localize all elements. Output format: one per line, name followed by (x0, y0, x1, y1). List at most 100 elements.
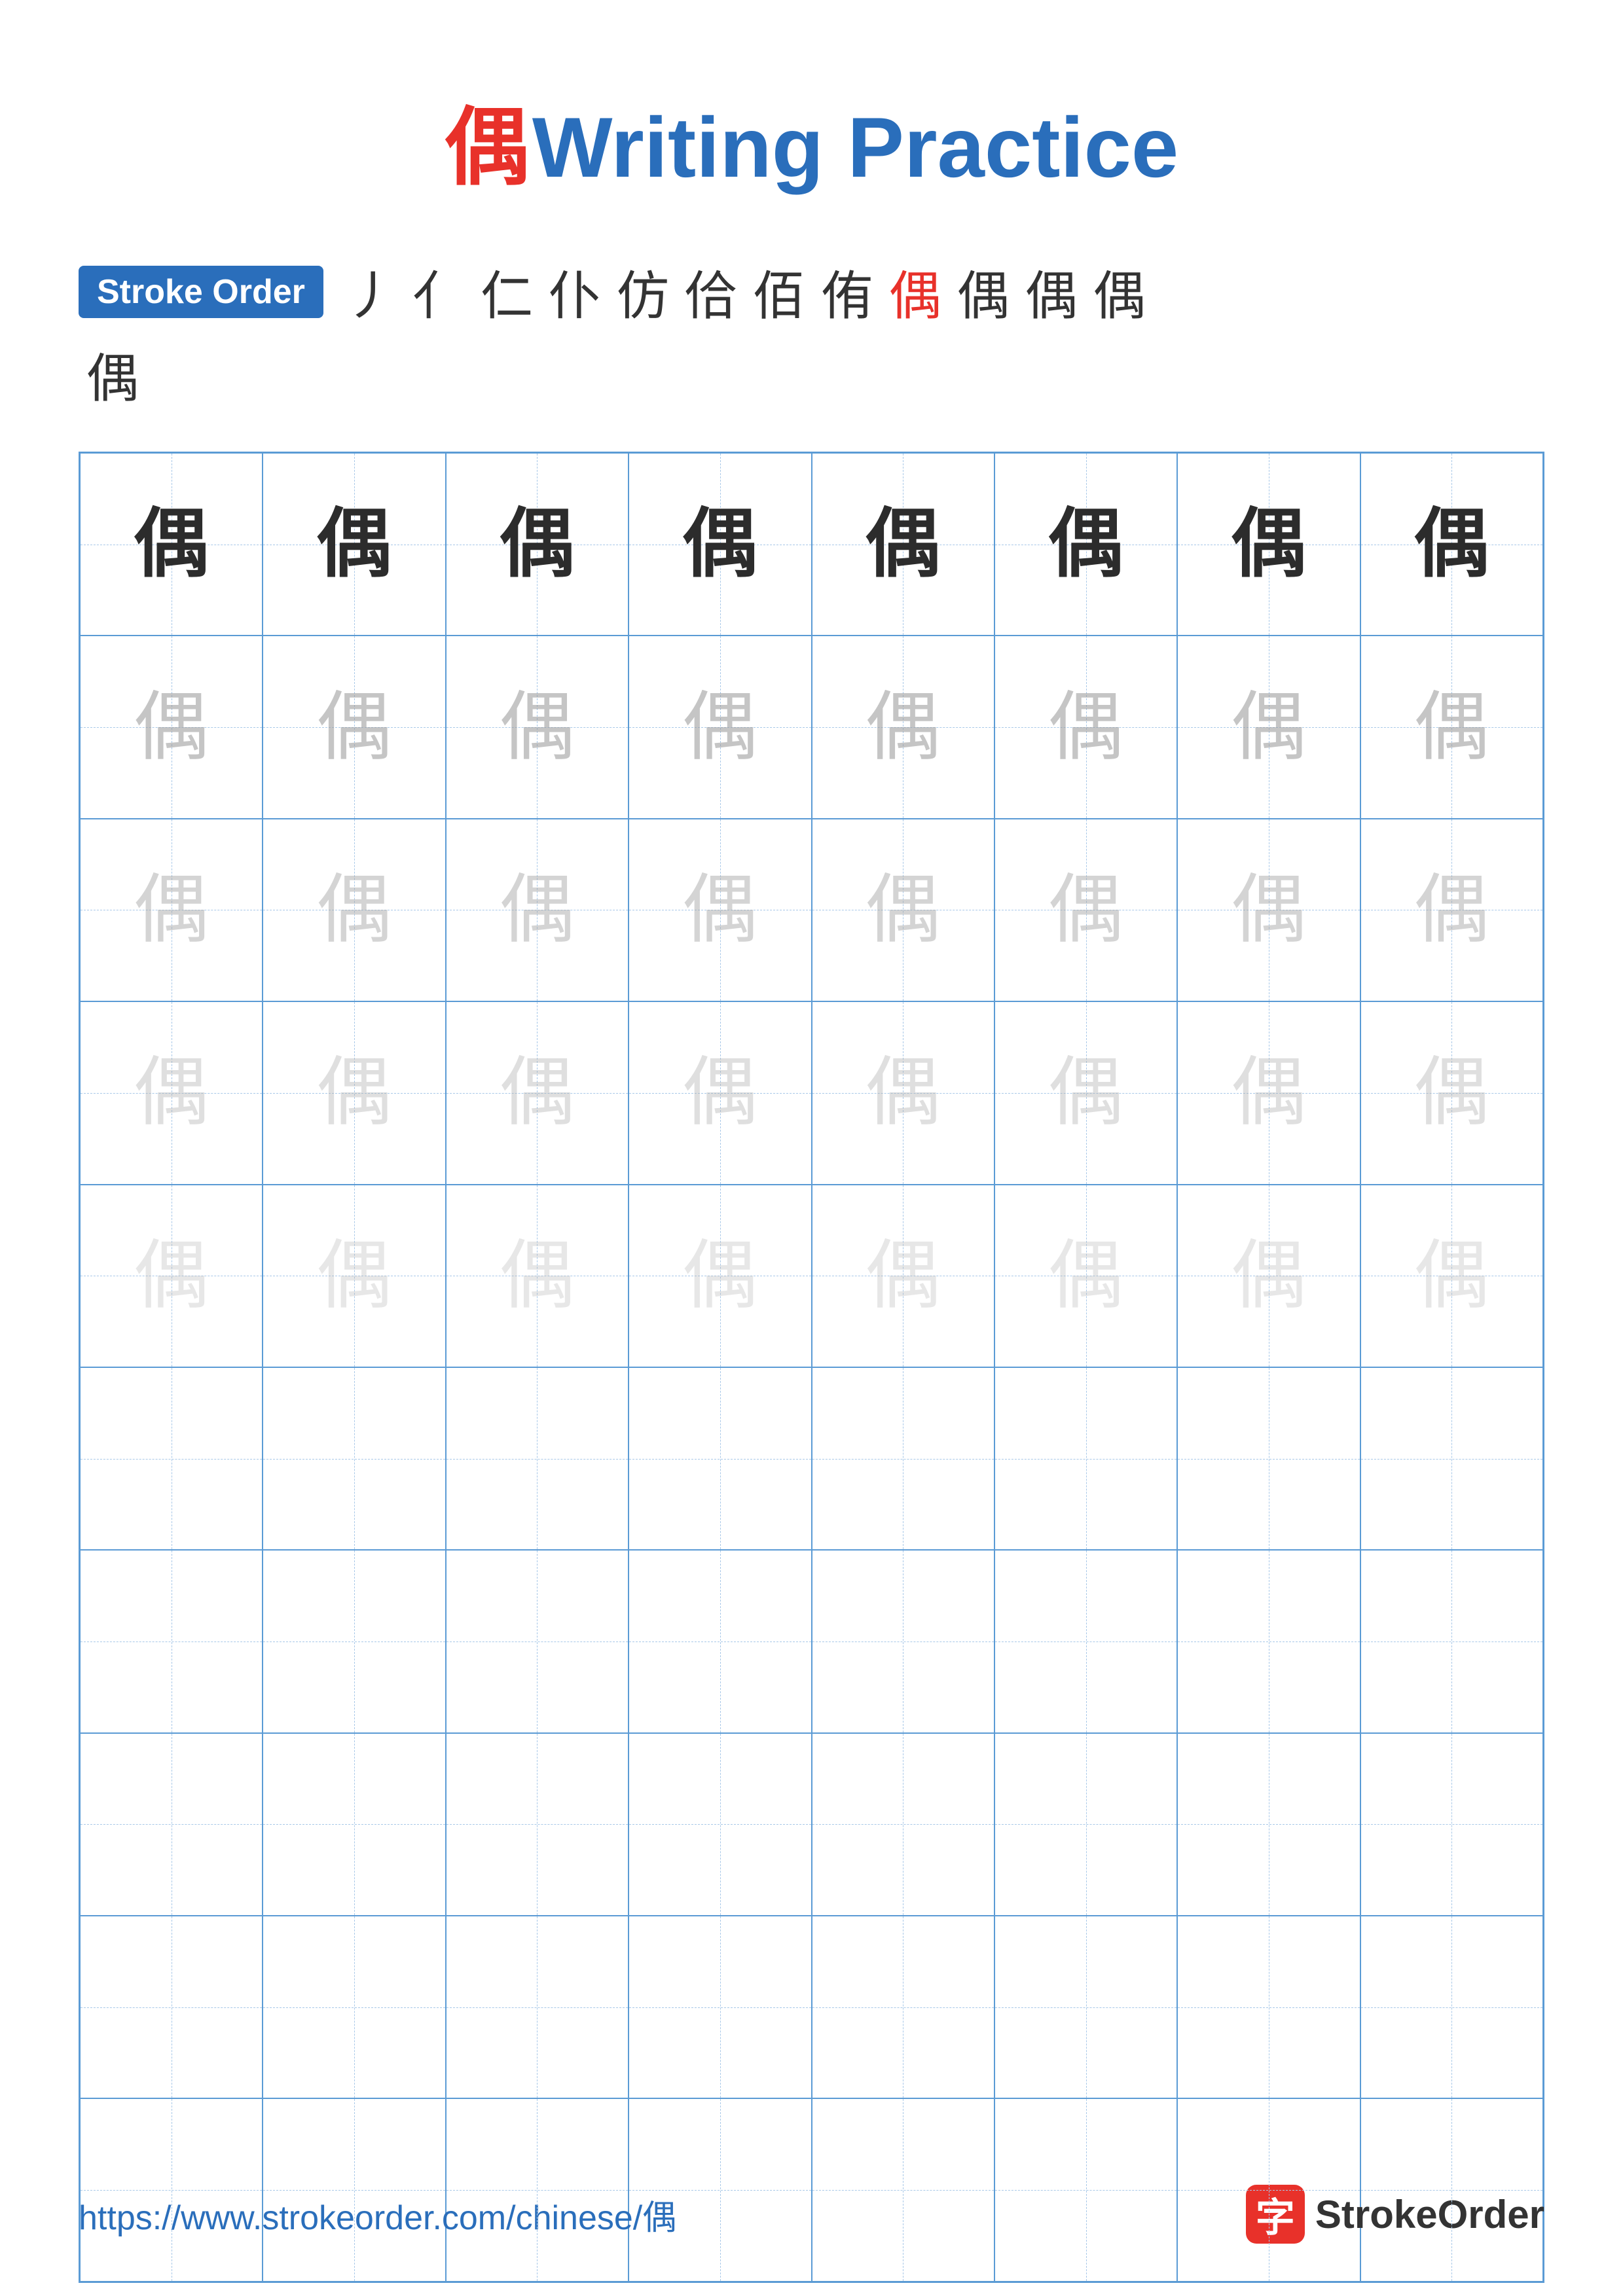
stroke-7: 佰 (753, 254, 805, 330)
title-chinese-char: 偶 (445, 101, 530, 196)
stroke-6: 佮 (685, 254, 737, 330)
stroke-4: 仆 (549, 254, 601, 330)
grid-cell-r5-c6[interactable] (1177, 1367, 1360, 1550)
grid-cell-r6-c7[interactable] (1360, 1550, 1543, 1732)
grid-cell-r2-c5: 偶 (994, 819, 1177, 1001)
grid-cell-r8-c4[interactable] (812, 1916, 994, 2098)
grid-cell-r9-c7[interactable] (1360, 2098, 1543, 2281)
grid-char-r2-c5: 偶 (1048, 872, 1123, 948)
grid-cell-r8-c2[interactable] (446, 1916, 629, 2098)
grid-char-r2-c2: 偶 (500, 872, 575, 948)
grid-cell-r5-c2[interactable] (446, 1367, 629, 1550)
title-english-text: Writing Practice (532, 99, 1178, 195)
grid-cell-r8-c5[interactable] (994, 1916, 1177, 2098)
grid-cell-r6-c4[interactable] (812, 1550, 994, 1732)
grid-cell-r8-c6[interactable] (1177, 1916, 1360, 2098)
stroke-8: 侑 (821, 254, 873, 330)
grid-char-r0-c7: 偶 (1414, 507, 1489, 582)
grid-cell-r3-c1: 偶 (263, 1001, 445, 1184)
grid-char-r0-c4: 偶 (866, 507, 941, 582)
grid-char-r4-c0: 偶 (134, 1238, 209, 1314)
grid-cell-r4-c6: 偶 (1177, 1185, 1360, 1367)
grid-cell-r9-c2[interactable] (446, 2098, 629, 2281)
grid-cell-r5-c3[interactable] (629, 1367, 811, 1550)
grid-cell-r8-c7[interactable] (1360, 1916, 1543, 2098)
stroke-3: 仁 (481, 254, 533, 330)
grid-char-r4-c2: 偶 (500, 1238, 575, 1314)
grid-char-r4-c6: 偶 (1231, 1238, 1306, 1314)
grid-cell-r6-c6[interactable] (1177, 1550, 1360, 1732)
grid-char-r4-c7: 偶 (1414, 1238, 1489, 1314)
grid-cell-r8-c3[interactable] (629, 1916, 811, 2098)
grid-char-r1-c3: 偶 (682, 690, 757, 765)
grid-cell-r6-c1[interactable] (263, 1550, 445, 1732)
grid-cell-r7-c1[interactable] (263, 1733, 445, 1916)
grid-cell-r6-c3[interactable] (629, 1550, 811, 1732)
grid-cell-r3-c4: 偶 (812, 1001, 994, 1184)
grid-char-r3-c3: 偶 (682, 1055, 757, 1130)
grid-char-r0-c6: 偶 (1231, 507, 1306, 582)
grid-cell-r2-c3: 偶 (629, 819, 811, 1001)
grid-cell-r6-c0[interactable] (80, 1550, 263, 1732)
grid-char-r4-c4: 偶 (866, 1238, 941, 1314)
grid-cell-r5-c5[interactable] (994, 1367, 1177, 1550)
stroke-order-chars: 丿 亻 仁 仆 仿 佮 佰 侑 偶 偶 偶 偶 (337, 254, 1154, 330)
grid-cell-r7-c7[interactable] (1360, 1733, 1543, 1916)
grid-char-r3-c7: 偶 (1414, 1055, 1489, 1130)
grid-cell-r2-c6: 偶 (1177, 819, 1360, 1001)
stroke-11: 偶 (1025, 254, 1078, 330)
grid-cell-r9-c4[interactable] (812, 2098, 994, 2281)
grid-char-r0-c3: 偶 (682, 507, 757, 582)
grid-cell-r1-c2: 偶 (446, 636, 629, 818)
grid-cell-r4-c3: 偶 (629, 1185, 811, 1367)
grid-cell-r9-c6[interactable] (1177, 2098, 1360, 2281)
grid-cell-r7-c0[interactable] (80, 1733, 263, 1916)
grid-char-r0-c1: 偶 (317, 507, 392, 582)
grid-cell-r0-c0: 偶 (80, 453, 263, 636)
grid-cell-r6-c5[interactable] (994, 1550, 1177, 1732)
grid-cell-r5-c4[interactable] (812, 1367, 994, 1550)
grid-cell-r2-c4: 偶 (812, 819, 994, 1001)
stroke-9: 偶 (889, 254, 941, 330)
grid-cell-r4-c7: 偶 (1360, 1185, 1543, 1367)
grid-char-r1-c1: 偶 (317, 690, 392, 765)
grid-char-r3-c0: 偶 (134, 1055, 209, 1130)
grid-cell-r9-c5[interactable] (994, 2098, 1177, 2281)
grid-cell-r3-c5: 偶 (994, 1001, 1177, 1184)
grid-cell-r3-c2: 偶 (446, 1001, 629, 1184)
grid-cell-r1-c5: 偶 (994, 636, 1177, 818)
stroke-10: 偶 (957, 254, 1010, 330)
grid-cell-r9-c0[interactable] (80, 2098, 263, 2281)
grid-cell-r7-c3[interactable] (629, 1733, 811, 1916)
grid-cell-r6-c2[interactable] (446, 1550, 629, 1732)
grid-cell-r5-c1[interactable] (263, 1367, 445, 1550)
grid-cell-r8-c1[interactable] (263, 1916, 445, 2098)
grid-cell-r7-c2[interactable] (446, 1733, 629, 1916)
grid-cell-r7-c6[interactable] (1177, 1733, 1360, 1916)
grid-char-r3-c6: 偶 (1231, 1055, 1306, 1130)
grid-cell-r8-c0[interactable] (80, 1916, 263, 2098)
grid-char-r3-c4: 偶 (866, 1055, 941, 1130)
grid-char-r4-c1: 偶 (317, 1238, 392, 1314)
title-section: 偶 Writing Practice (79, 79, 1544, 202)
stroke-last-char: 偶 (86, 336, 1537, 412)
grid-cell-r0-c4: 偶 (812, 453, 994, 636)
grid-char-r1-c0: 偶 (134, 690, 209, 765)
grid-char-r0-c2: 偶 (500, 507, 575, 582)
grid-char-r1-c4: 偶 (866, 690, 941, 765)
grid-cell-r5-c7[interactable] (1360, 1367, 1543, 1550)
stroke-2: 亻 (412, 254, 465, 330)
grid-cell-r5-c0[interactable] (80, 1367, 263, 1550)
grid-char-r2-c3: 偶 (682, 872, 757, 948)
writing-grid[interactable]: 偶偶偶偶偶偶偶偶偶偶偶偶偶偶偶偶偶偶偶偶偶偶偶偶偶偶偶偶偶偶偶偶偶偶偶偶偶偶偶偶 (79, 452, 1544, 2283)
grid-char-r1-c6: 偶 (1231, 690, 1306, 765)
grid-cell-r1-c4: 偶 (812, 636, 994, 818)
grid-cell-r7-c4[interactable] (812, 1733, 994, 1916)
page: 偶 Writing Practice Stroke Order 丿 亻 仁 仆 … (0, 0, 1623, 2296)
grid-char-r0-c5: 偶 (1048, 507, 1123, 582)
grid-cell-r4-c1: 偶 (263, 1185, 445, 1367)
grid-cell-r7-c5[interactable] (994, 1733, 1177, 1916)
grid-cell-r9-c1[interactable] (263, 2098, 445, 2281)
grid-cell-r9-c3[interactable] (629, 2098, 811, 2281)
footer-logo: 字 StrokeOrder (1246, 2185, 1544, 2244)
